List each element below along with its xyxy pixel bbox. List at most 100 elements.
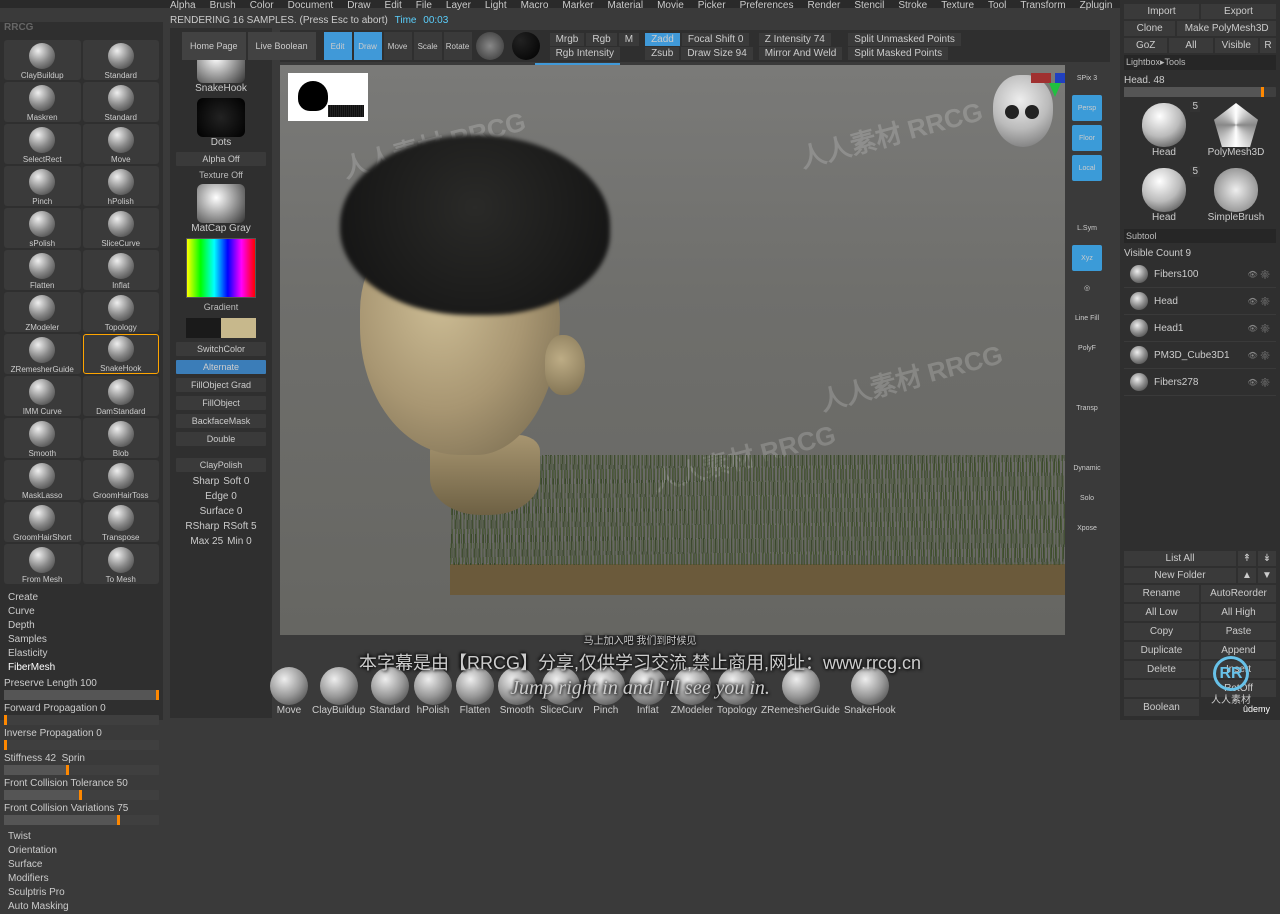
import-button[interactable]: Import bbox=[1124, 4, 1199, 19]
category-elasticity[interactable]: Elasticity bbox=[8, 648, 155, 659]
menu-zplugin[interactable]: Zplugin bbox=[1080, 0, 1113, 8]
quick-brush-slicecurv[interactable]: SliceCurv bbox=[540, 667, 583, 716]
live-boolean-button[interactable]: Live Boolean bbox=[248, 32, 316, 60]
brush-masklasso[interactable]: MaskLasso bbox=[4, 460, 81, 500]
tool-head[interactable]: 5Head bbox=[1130, 103, 1198, 158]
category-create[interactable]: Create bbox=[8, 592, 155, 603]
menu-render[interactable]: Render bbox=[808, 0, 841, 8]
vtool-0[interactable]: SPix 3 bbox=[1072, 65, 1102, 91]
subtool-head[interactable]: Head👁 ⚙ bbox=[1124, 288, 1276, 315]
axis-gizmo[interactable] bbox=[1029, 73, 1065, 101]
menu-marker[interactable]: Marker bbox=[562, 0, 593, 8]
claypolish-button[interactable]: ClayPolish bbox=[176, 458, 266, 472]
quick-brush-move[interactable]: Move bbox=[270, 667, 308, 716]
subtool-header[interactable]: Subtool bbox=[1124, 229, 1276, 243]
quick-brush-flatten[interactable]: Flatten bbox=[456, 667, 494, 716]
vtool-6[interactable]: Xyz bbox=[1072, 245, 1102, 271]
visible-count-slider[interactable]: Visible Count 9 bbox=[1124, 248, 1276, 259]
switchcolor-button[interactable]: SwitchColor bbox=[176, 342, 266, 356]
vtool-3[interactable]: Local bbox=[1072, 155, 1102, 181]
slider-row[interactable]: Front Collision Tolerance 50 bbox=[4, 778, 159, 800]
menu-stroke[interactable]: Stroke bbox=[898, 0, 927, 8]
menu-transform[interactable]: Transform bbox=[1020, 0, 1065, 8]
quick-brush-topology[interactable]: Topology bbox=[717, 667, 757, 716]
brush-pinch[interactable]: Pinch bbox=[4, 166, 81, 206]
quick-brush-standard[interactable]: Standard bbox=[369, 667, 410, 716]
op-all high[interactable]: All High bbox=[1201, 604, 1276, 621]
quick-brush-snakehook[interactable]: SnakeHook bbox=[844, 667, 896, 716]
goz-visible-button[interactable]: Visible bbox=[1215, 38, 1258, 53]
vtool-14[interactable]: Solo bbox=[1072, 485, 1102, 511]
menu-tool[interactable]: Tool bbox=[988, 0, 1006, 8]
op-copy[interactable]: Copy bbox=[1124, 623, 1199, 640]
draw-size-slider[interactable]: Draw Size 94 bbox=[681, 47, 752, 60]
head-slider[interactable]: Head. 48 bbox=[1124, 75, 1276, 97]
brush-claybuildup[interactable]: ClayBuildup bbox=[4, 40, 81, 80]
zsub-button[interactable]: Zsub bbox=[645, 47, 679, 60]
vtool-15[interactable]: Xpose bbox=[1072, 515, 1102, 541]
op-autoreorder[interactable]: AutoReorder bbox=[1201, 585, 1276, 602]
brush-from mesh[interactable]: From Mesh bbox=[4, 544, 81, 584]
menu-edit[interactable]: Edit bbox=[385, 0, 402, 8]
material-ball-icon[interactable] bbox=[512, 32, 540, 60]
draw-mode-button[interactable]: Draw bbox=[354, 32, 382, 60]
move-mode-button[interactable]: Move bbox=[384, 32, 412, 60]
brush-hpolish[interactable]: hPolish bbox=[83, 166, 160, 206]
category-orientation[interactable]: Orientation bbox=[8, 845, 155, 856]
quick-brush-zremesherguide[interactable]: ZRemesherGuide bbox=[761, 667, 840, 716]
menu-preferences[interactable]: Preferences bbox=[740, 0, 794, 8]
canvas-viewport[interactable]: 人人素材 RRCG 人人素材 RRCG 人人素材 RRCG 人人素材 RRCG bbox=[280, 65, 1065, 635]
stroke-dots[interactable]: Dots bbox=[186, 98, 256, 148]
brush-standard[interactable]: Standard bbox=[83, 82, 160, 122]
brush-smooth[interactable]: Smooth bbox=[4, 418, 81, 458]
color-picker[interactable] bbox=[186, 238, 256, 298]
vtool-11[interactable]: Transp bbox=[1072, 395, 1102, 421]
goz-button[interactable]: GoZ bbox=[1124, 38, 1167, 53]
edge-slider[interactable]: Edge 0 bbox=[205, 491, 237, 502]
vtool-9[interactable]: PolyF bbox=[1072, 335, 1102, 361]
brush-move[interactable]: Move bbox=[83, 124, 160, 164]
quick-brush-claybuildup[interactable]: ClayBuildup bbox=[312, 667, 365, 716]
vtool-2[interactable]: Floor bbox=[1072, 125, 1102, 151]
category-auto-masking[interactable]: Auto Masking bbox=[8, 901, 155, 912]
zadd-button[interactable]: Zadd bbox=[645, 33, 680, 46]
vtool-4[interactable] bbox=[1072, 185, 1102, 211]
menu-document[interactable]: Document bbox=[288, 0, 334, 8]
slider-row[interactable]: Front Collision Variations 75 bbox=[4, 803, 159, 825]
material-preview[interactable]: MatCap Gray bbox=[186, 184, 256, 234]
split-unmasked-button[interactable]: Split Unmasked Points bbox=[848, 33, 961, 46]
surface-slider[interactable]: Surface 0 bbox=[200, 506, 243, 517]
fillobject-button[interactable]: FillObject bbox=[176, 396, 266, 410]
goz-all-button[interactable]: All bbox=[1169, 38, 1212, 53]
slider-row[interactable]: Forward Propagation 0 bbox=[4, 703, 159, 725]
category-surface[interactable]: Surface bbox=[8, 859, 155, 870]
vtool-5[interactable]: L.Sym bbox=[1072, 215, 1102, 241]
menu-macro[interactable]: Macro bbox=[521, 0, 549, 8]
vtool-10[interactable] bbox=[1072, 365, 1102, 391]
brush-zremesherguide[interactable]: ZRemesherGuide bbox=[4, 334, 81, 374]
goz-r-button[interactable]: R bbox=[1260, 38, 1276, 53]
brush-selectrect[interactable]: SelectRect bbox=[4, 124, 81, 164]
scale-mode-button[interactable]: Scale bbox=[414, 32, 442, 60]
brush-topology[interactable]: Topology bbox=[83, 292, 160, 332]
arrow-up-icon[interactable]: ↟ bbox=[1238, 551, 1256, 566]
subtool-pm3d_cube3d1[interactable]: PM3D_Cube3D1👁 ⚙ bbox=[1124, 342, 1276, 369]
category-modifiers[interactable]: Modifiers bbox=[8, 873, 155, 884]
brush-inflat[interactable]: Inflat bbox=[83, 250, 160, 290]
op-rename[interactable]: Rename bbox=[1124, 585, 1199, 602]
quick-brush-zmodeler[interactable]: ZModeler bbox=[671, 667, 713, 716]
reference-thumbnail[interactable] bbox=[288, 73, 368, 121]
rotate-mode-button[interactable]: Rotate bbox=[444, 32, 472, 60]
brush-damstandard[interactable]: DamStandard bbox=[83, 376, 160, 416]
brush-zmodeler[interactable]: ZModeler bbox=[4, 292, 81, 332]
gyro-icon[interactable] bbox=[476, 32, 504, 60]
lightbox-tools-header[interactable]: Lightbox▸Tools bbox=[1124, 55, 1276, 70]
op-delete[interactable]: Delete bbox=[1124, 661, 1199, 678]
fillobjectgrad-button[interactable]: FillObject Grad bbox=[176, 378, 266, 392]
op-paste[interactable]: Paste bbox=[1201, 623, 1276, 640]
double-button[interactable]: Double bbox=[176, 432, 266, 446]
m-button[interactable]: M bbox=[619, 33, 639, 46]
tool-simplebrush[interactable]: SimpleBrush bbox=[1202, 168, 1270, 223]
menu-movie[interactable]: Movie bbox=[657, 0, 684, 8]
brush-snakehook[interactable]: SnakeHook bbox=[83, 334, 160, 374]
